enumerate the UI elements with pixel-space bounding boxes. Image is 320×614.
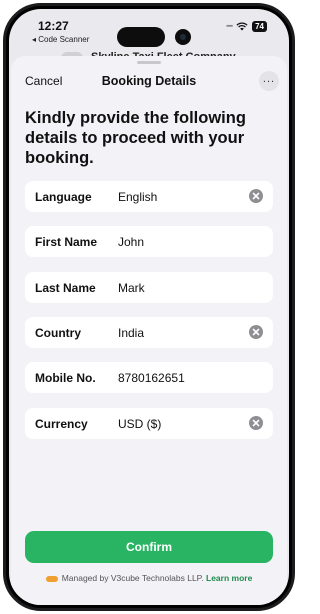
language-field[interactable]: Language English xyxy=(25,181,273,212)
footer-text: Managed by V3cube Technolabs LLP. xyxy=(61,573,204,583)
more-options-button[interactable]: ... xyxy=(259,71,279,91)
currency-value[interactable]: USD ($) xyxy=(118,417,161,431)
last-name-value[interactable]: Mark xyxy=(118,281,145,295)
clear-icon[interactable] xyxy=(249,189,263,203)
clear-icon[interactable] xyxy=(249,325,263,339)
footer: Managed by V3cube Technolabs LLP. Learn … xyxy=(11,573,287,583)
country-field[interactable]: Country India xyxy=(25,317,273,348)
page-heading: Kindly provide the following details to … xyxy=(25,109,246,167)
wifi-icon xyxy=(236,22,248,31)
phone-frame: 12:27 ◂ Code Scanner ▪▪▪▪ 74 ‹ Skyline T… xyxy=(3,3,295,611)
sheet-title: Booking Details xyxy=(101,74,197,88)
sheet-grabber[interactable] xyxy=(137,61,161,64)
screen: 12:27 ◂ Code Scanner ▪▪▪▪ 74 ‹ Skyline T… xyxy=(9,9,289,605)
status-time: 12:27 xyxy=(38,19,69,33)
signal-icon: ▪▪▪▪ xyxy=(226,23,233,30)
currency-field[interactable]: Currency USD ($) xyxy=(25,408,273,439)
camera-icon xyxy=(175,29,191,45)
confirm-button[interactable]: Confirm xyxy=(25,531,273,563)
first-name-field[interactable]: First Name John xyxy=(25,226,273,257)
mobile-number-value[interactable]: 8780162651 xyxy=(118,371,185,385)
battery-icon: 74 xyxy=(252,21,267,32)
language-value[interactable]: English xyxy=(118,190,157,204)
company-logo-icon xyxy=(45,575,58,582)
first-name-value[interactable]: John xyxy=(118,235,144,249)
mobile-number-field[interactable]: Mobile No. 8780162651 xyxy=(25,362,273,393)
last-name-field[interactable]: Last Name Mark xyxy=(25,272,273,303)
field-label: Language xyxy=(35,189,92,204)
field-label: Mobile No. xyxy=(35,370,96,385)
field-label: First Name xyxy=(35,234,98,249)
field-label: Country xyxy=(35,325,81,340)
field-label: Last Name xyxy=(35,280,96,295)
dynamic-island xyxy=(117,27,165,47)
ellipsis-icon: ... xyxy=(262,72,276,85)
back-to-app-link[interactable]: ◂ Code Scanner xyxy=(32,35,89,44)
booking-details-sheet: Cancel Booking Details ... Kindly provid… xyxy=(11,56,287,605)
country-value[interactable]: India xyxy=(118,326,144,340)
clear-icon[interactable] xyxy=(249,416,263,430)
field-label: Currency xyxy=(35,416,88,431)
learn-more-link[interactable]: Learn more xyxy=(206,573,252,583)
status-indicators: ▪▪▪▪ 74 xyxy=(226,21,267,32)
